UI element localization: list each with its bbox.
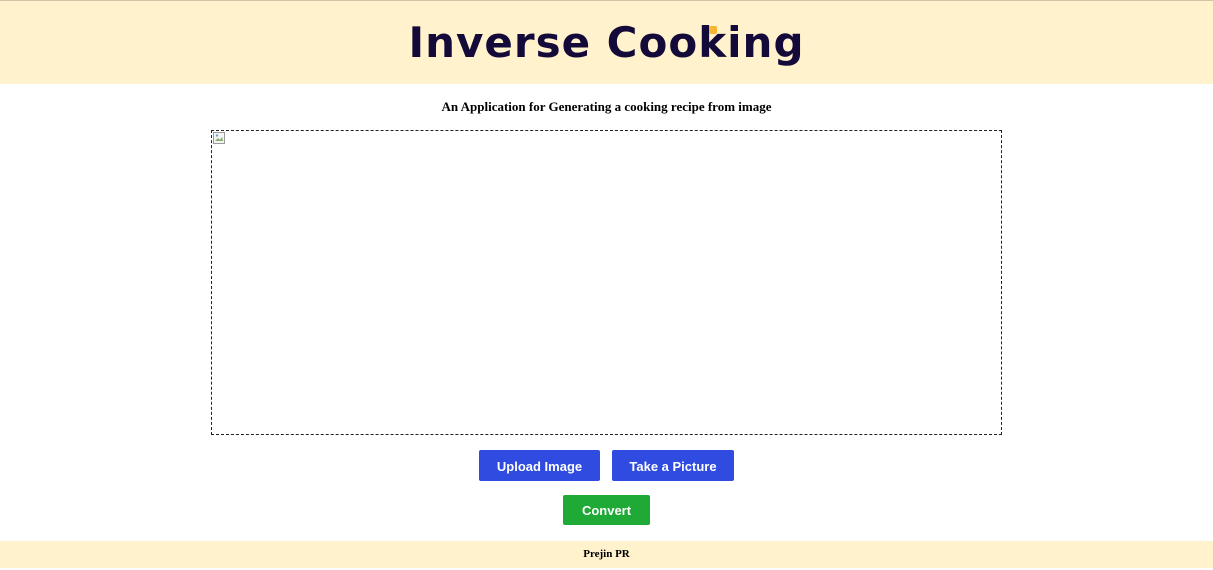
footer-bar: Prejin PR: [0, 541, 1213, 568]
convert-button[interactable]: Convert: [563, 495, 650, 525]
take-picture-button[interactable]: Take a Picture: [612, 450, 734, 481]
app-subtitle: An Application for Generating a cooking …: [441, 99, 772, 114]
page: Inverse Cooking An Application for Gener…: [0, 0, 1213, 570]
upload-image-button[interactable]: Upload Image: [479, 450, 600, 481]
broken-image-icon: [213, 132, 225, 144]
title-accent-dot: [709, 26, 717, 34]
image-preview-frame: [211, 130, 1002, 435]
page-title: Inverse Cooking: [408, 18, 805, 67]
header-bar: Inverse Cooking: [0, 0, 1213, 84]
footer-credit: Prejin PR: [583, 548, 630, 560]
